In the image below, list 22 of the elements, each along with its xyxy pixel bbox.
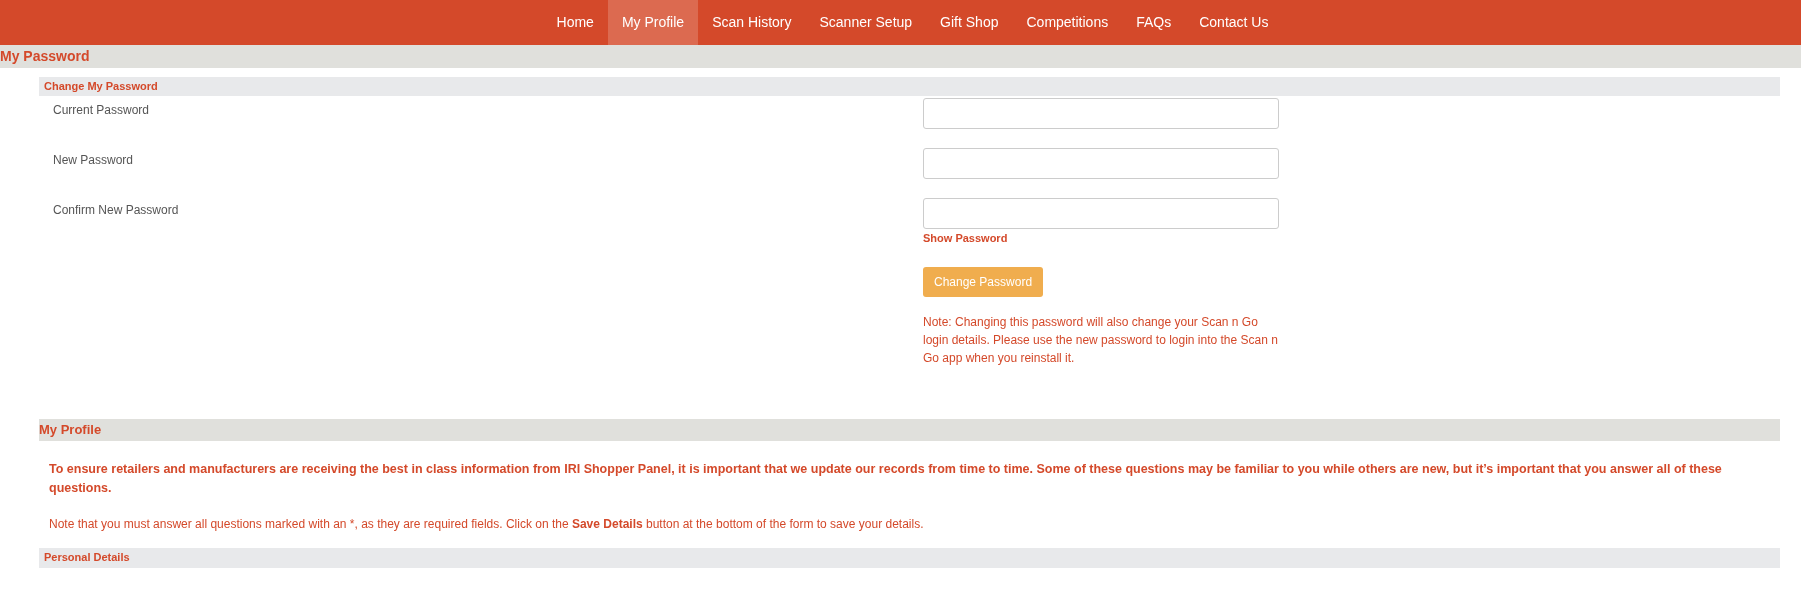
password-field[interactable] xyxy=(923,198,1279,229)
nav-link[interactable]: Scanner Setup xyxy=(805,0,927,45)
nav-link[interactable]: Scan History xyxy=(698,0,806,45)
profile-required-note: Note that you must answer all questions marked with an *, as they are required fields. Click on the Save Details button at the bottom of the form to save your details. xyxy=(48,515,925,533)
field-label: Current Password xyxy=(52,102,151,119)
password-note: Note: Changing this password will also change your Scan n Go login details. Please use the new password to login into the Scan n Go app when you reinstall it. xyxy=(923,313,1279,367)
nav-link[interactable]: FAQs xyxy=(1122,0,1186,45)
section-header-bar: My Password xyxy=(0,45,1801,68)
section-header-bar: My Profile xyxy=(39,418,1780,441)
field-label: New Password xyxy=(52,152,135,169)
subsection-header-bar: Personal Details xyxy=(39,547,1780,568)
nav-link[interactable]: Gift Shop xyxy=(926,0,1013,45)
show-password-link[interactable]: Show Password xyxy=(923,230,1008,247)
field-label: Confirm New Password xyxy=(52,202,180,219)
subsection-header-bar: Change My Password xyxy=(39,77,1780,96)
password-field[interactable] xyxy=(923,148,1279,179)
nav-link[interactable]: Competitions xyxy=(1012,0,1123,45)
profile-intro-text: To ensure retailers and manufacturers are receiving the best in class information from IRI Shopper Panel, it is important that we update our records from time to time. Some of these questions may be familiar to you while others are new, but it’s important that you answer all of these questions. xyxy=(48,460,1723,497)
password-field[interactable] xyxy=(923,98,1279,129)
nav-link[interactable]: My Profile xyxy=(607,0,699,45)
nav-link[interactable]: Contact Us xyxy=(1185,0,1283,45)
nav-link[interactable]: Home xyxy=(542,0,608,45)
